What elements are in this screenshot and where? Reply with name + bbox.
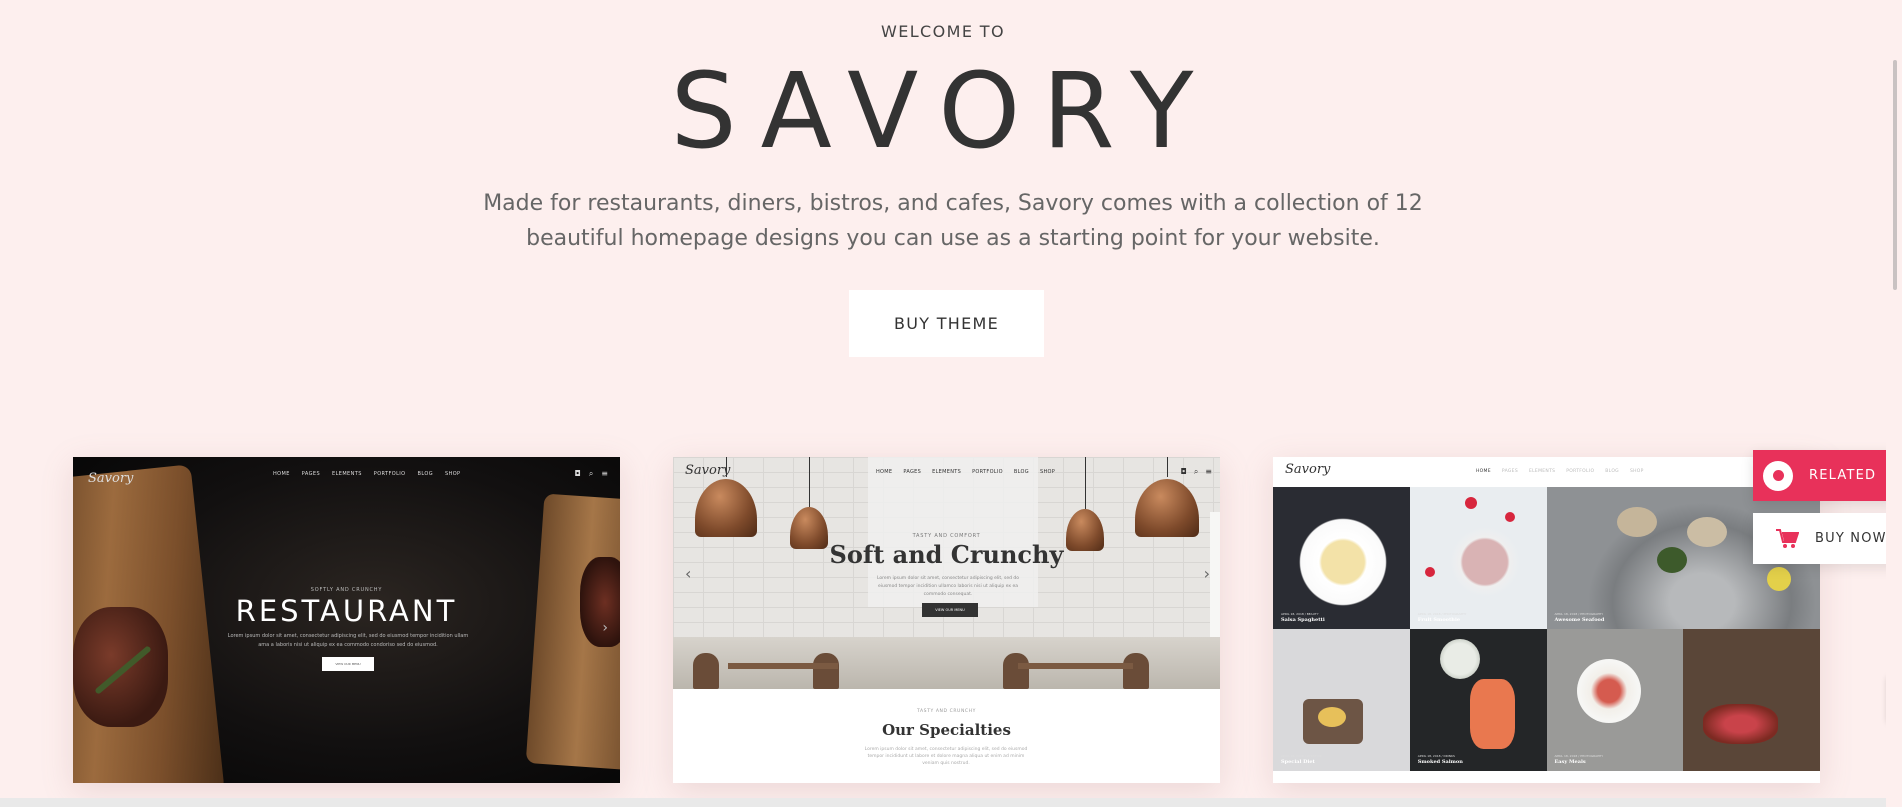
tile-caption: Fruit Smoothie (1417, 617, 1461, 623)
hero-description: Made for restaurants, diners, bistros, a… (483, 191, 1423, 251)
food-tile: APRIL 18, 2018 / BEAUTY Salsa Spaghetti (1273, 487, 1410, 629)
demo-nav-icons: ◘ ⌕ ≡ (1180, 467, 1212, 477)
buy-theme-button[interactable]: BUY THEME (849, 290, 1044, 357)
demo-nav-item: PORTFOLIO (373, 471, 406, 477)
menu-icon: ≡ (601, 469, 608, 478)
food-tile: APRIL 18, 2018 / LIFESTYLE Special Diet (1273, 629, 1410, 771)
tile-caption: Special Diet (1281, 759, 1315, 765)
chair-image (1123, 653, 1149, 689)
demo-card-food-grid[interactable]: Savory HOME PAGES ELEMENTS PORTFOLIO BLO… (1273, 457, 1820, 783)
chair-image (813, 653, 839, 689)
related-icon (1763, 460, 1793, 491)
demo-logo: Savory (1285, 462, 1331, 477)
food-tile: APRIL 18, 2018 / DRINKS Smoked Salmon (1409, 629, 1547, 771)
demo-nav-item: ELEMENTS (932, 469, 962, 475)
demo-subtitle: TASTY AND COMFORT (912, 533, 981, 539)
tile-caption: Smoked Salmon (1417, 759, 1463, 765)
buy-now-button[interactable]: BUY NOW (1753, 513, 1897, 564)
related-label: RELATED (1809, 468, 1877, 483)
food-grid: APRIL 18, 2018 / BEAUTY Salsa Spaghetti … (1273, 487, 1820, 783)
demo-nav-item: ELEMENTS (1528, 469, 1556, 474)
food-tile (1273, 771, 1820, 783)
demo-nav-item: PAGES (301, 471, 321, 477)
tile-meta: APRIL 18, 2018 / PHOTOGRAPHY (1554, 754, 1604, 758)
section-title: Our Specialties (882, 721, 1011, 739)
demo-logo: Savory (88, 471, 134, 486)
demo-body: Lorem ipsum dolor sit amet, consectetur … (227, 633, 469, 648)
chair-image (1003, 653, 1029, 689)
scrollbar-thumb[interactable] (1893, 60, 1897, 290)
search-icon: ⌕ (588, 469, 594, 478)
demo-card-restaurant[interactable]: Savory HOME PAGES ELEMENTS PORTFOLIO BLO… (73, 457, 620, 783)
demo-nav-item: PORTFOLIO (1566, 469, 1595, 474)
demo-menu-button: VIEW OUR MENU (322, 657, 374, 671)
food-tile: APRIL 18, 2018 / PHOTOGRAPHY Easy Meals (1546, 629, 1684, 771)
welcome-text: WELCOME TO (881, 22, 1005, 41)
demo-nav-links: HOME PAGES ELEMENTS PORTFOLIO BLOG SHOP (876, 469, 1055, 475)
demo-nav-item: HOME (1476, 469, 1491, 474)
demo-body: Lorem ipsum dolor sit amet, consectetur … (876, 576, 1020, 597)
related-button[interactable]: RELATED (1753, 450, 1897, 501)
demo-nav-icons: ◘ ⌕ ≡ (574, 469, 608, 479)
demo-title: Soft and Crunchy (829, 540, 1064, 569)
tile-meta: APRIL 18, 2018 / LIFESTYLE (1281, 754, 1323, 758)
horizontal-scrollbar[interactable] (0, 798, 1886, 807)
table-image (1018, 663, 1133, 669)
demo-nav-links: HOME PAGES ELEMENTS PORTFOLIO BLOG SHOP (273, 471, 460, 477)
demo-nav: Savory HOME PAGES ELEMENTS PORTFOLIO BLO… (1273, 457, 1820, 487)
section-body: Lorem ipsum dolor sit amet, consectetur … (864, 747, 1028, 766)
demo-nav-item: SHOP (1629, 469, 1644, 474)
menu-icon: ≡ (1205, 467, 1212, 476)
demo-nav-item: BLOG (417, 471, 433, 477)
tile-caption: Awesome Seafood (1554, 617, 1605, 623)
demo-nav-item: HOME (273, 471, 290, 477)
demo-nav-item: HOME (876, 469, 893, 475)
food-tile (1683, 629, 1820, 771)
chevron-right-icon: › (1203, 564, 1210, 583)
demo-nav: Savory HOME PAGES ELEMENTS PORTFOLIO BLO… (73, 467, 620, 486)
tile-meta: APRIL 18, 2018 / PHOTOGRAPHY (1417, 612, 1467, 616)
tile-meta: APRIL 18, 2018 / PHOTOGRAPHY (1554, 612, 1604, 616)
chevron-right-icon: › (602, 620, 608, 636)
demo-nav-item: BLOG (1013, 469, 1029, 475)
demo-nav-item: SHOP (1039, 469, 1056, 475)
food-tile: APRIL 18, 2018 / PHOTOGRAPHY Fruit Smoot… (1409, 487, 1547, 629)
tile-caption: Easy Meals (1554, 759, 1586, 765)
demo-nav-item: PAGES (903, 469, 922, 475)
cart-icon (1776, 528, 1799, 548)
demo-title: RESTAURANT (235, 594, 458, 628)
demo-subtitle: SOFTLY AND CRUNCHY (310, 587, 383, 593)
table-image (728, 663, 838, 669)
demo-specialties-section: TASTY AND CRUNCHY Our Specialties Lorem … (673, 689, 1220, 783)
tile-meta: APRIL 18, 2018 / BEAUTY (1281, 612, 1319, 616)
tile-meta: APRIL 18, 2018 / DRINKS (1417, 754, 1455, 758)
chevron-left-icon: ‹ (685, 564, 692, 583)
demo-nav-item: SHOP (444, 471, 461, 477)
demo-nav-links: HOME PAGES ELEMENTS PORTFOLIO BLOG SHOP (1476, 469, 1644, 474)
search-icon: ⌕ (1193, 467, 1199, 476)
cart-icon: ◘ (1180, 467, 1187, 476)
demo-logo: Savory (685, 463, 731, 478)
demo-menu-button: VIEW OUR MENU (922, 603, 978, 617)
section-subtitle: TASTY AND CRUNCHY (916, 709, 976, 714)
brand-title: SAVORY (670, 50, 1216, 172)
demo-nav-item: PAGES (1501, 469, 1518, 474)
demo-card-soft-and-crunchy[interactable]: Savory HOME PAGES ELEMENTS PORTFOLIO BLO… (673, 457, 1220, 783)
buy-now-label: BUY NOW (1815, 531, 1887, 546)
chair-image (693, 653, 719, 689)
demo-nav-item: BLOG (1605, 469, 1619, 474)
demo-nav-item: PORTFOLIO (972, 469, 1003, 475)
cart-icon: ◘ (574, 469, 581, 478)
tile-caption: Salsa Spaghetti (1281, 617, 1325, 623)
demo-nav-item: ELEMENTS (332, 471, 362, 477)
